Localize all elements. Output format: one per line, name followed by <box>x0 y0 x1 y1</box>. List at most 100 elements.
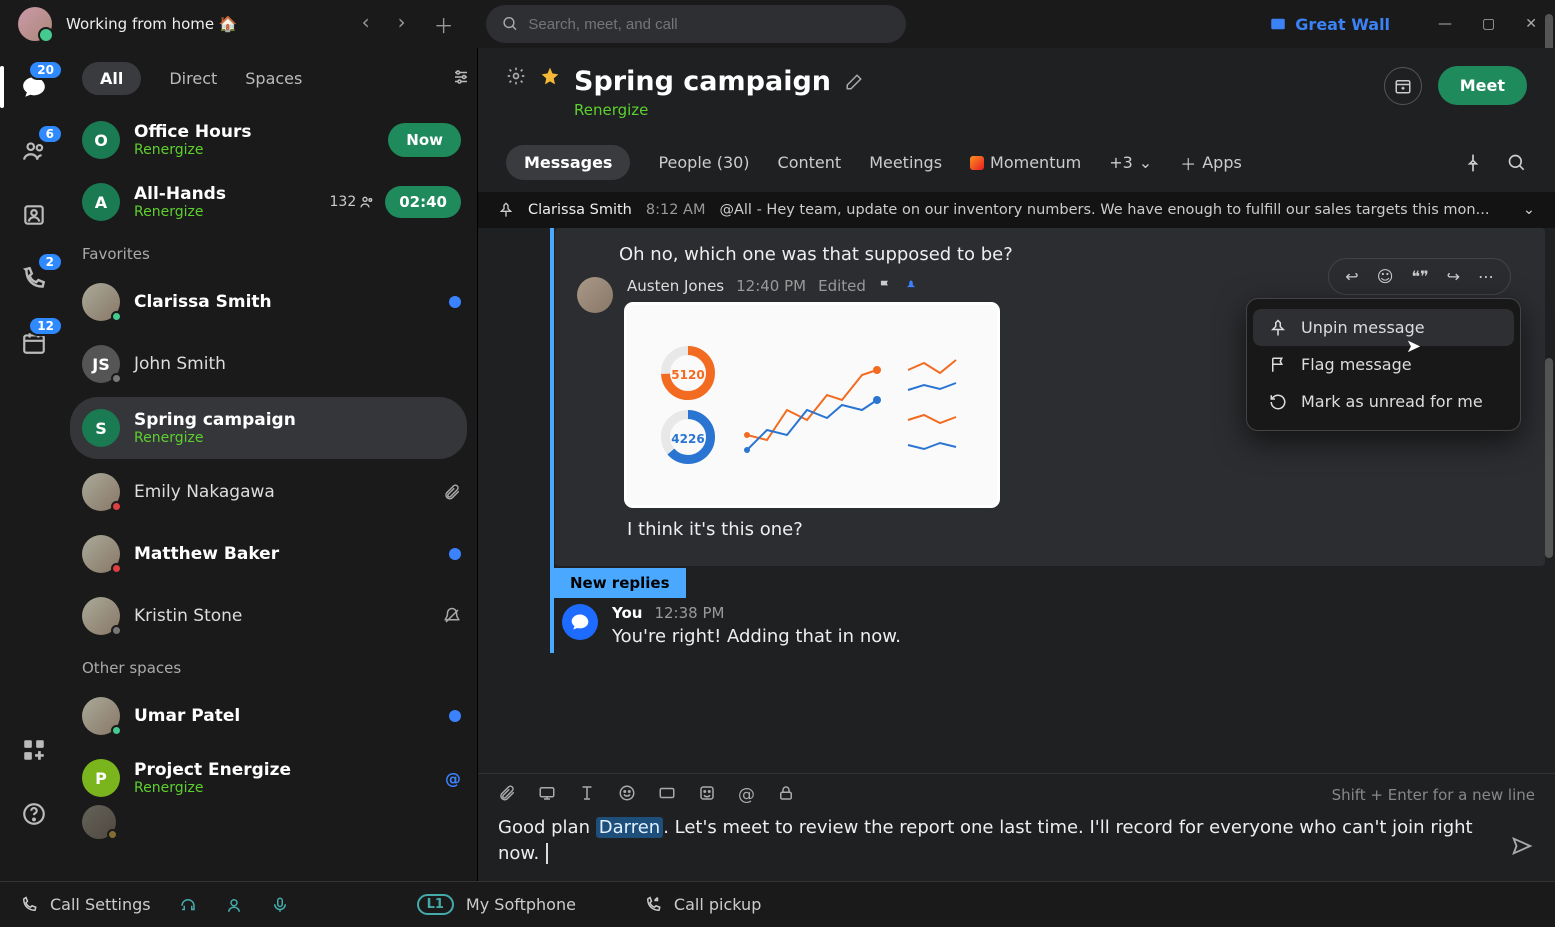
call-settings[interactable]: Call Settings <box>20 895 151 914</box>
softphone-selector[interactable]: L1 My Softphone <box>417 894 576 915</box>
minimize-icon[interactable]: — <box>1438 16 1452 32</box>
filter-spaces[interactable]: Spaces <box>245 69 302 88</box>
ctx-mark-unread[interactable]: Mark as unread for me <box>1253 383 1514 420</box>
mention-chip[interactable]: Darren <box>596 817 663 838</box>
line-badge: L1 <box>417 894 454 915</box>
conv-project-energize[interactable]: P Project Energize Renergize @ <box>68 747 475 809</box>
edit-icon[interactable] <box>845 73 863 91</box>
new-tab-icon[interactable]: ＋ <box>434 10 454 39</box>
headset-icon[interactable] <box>179 896 197 914</box>
ctx-flag[interactable]: Flag message <box>1253 346 1514 383</box>
avatar <box>82 535 120 573</box>
rail-calendar-icon[interactable]: 12 <box>17 326 51 360</box>
rail-contacts-icon[interactable] <box>17 198 51 232</box>
avatar <box>82 597 120 635</box>
unread-dot <box>449 710 461 722</box>
tab-messages[interactable]: Messages <box>506 145 630 180</box>
schedule-button[interactable] <box>1384 67 1422 105</box>
conv-more[interactable] <box>68 809 475 835</box>
pinned-icon[interactable] <box>904 279 918 293</box>
muted-icon <box>443 607 461 625</box>
conv-clarissa[interactable]: Clarissa Smith <box>68 271 475 333</box>
search-icon <box>502 15 519 33</box>
conv-umar[interactable]: Umar Patel <box>68 685 475 747</box>
more-icon[interactable]: ⋯ <box>1478 267 1494 286</box>
conv-matthew[interactable]: Matthew Baker <box>68 523 475 585</box>
conv-emily[interactable]: Emily Nakagawa <box>68 461 475 523</box>
meet-button[interactable]: Meet <box>1438 66 1527 105</box>
pin-icon[interactable] <box>1463 153 1483 173</box>
messages-area[interactable]: Oh no, which one was that supposed to be… <box>478 228 1555 773</box>
attach-icon[interactable] <box>498 784 516 807</box>
pinned-message-bar[interactable]: Clarissa Smith 8:12 AM @All - Hey team, … <box>478 192 1555 228</box>
search-icon[interactable] <box>1507 153 1527 173</box>
send-icon[interactable] <box>1511 835 1533 865</box>
forward-icon[interactable]: ↪ <box>1447 267 1460 286</box>
new-replies-marker[interactable]: New replies <box>554 568 686 598</box>
search-box[interactable] <box>486 5 906 43</box>
conv-all-hands[interactable]: A All-Hands Renergize 132 02:40 <box>68 171 475 233</box>
rail-apps-icon[interactable] <box>17 733 51 767</box>
rail-help-icon[interactable] <box>17 797 51 831</box>
react-icon[interactable]: ☺ <box>1377 267 1394 286</box>
composer-toolbar: @ Shift + Enter for a new line <box>498 784 1535 807</box>
refresh-icon <box>1269 393 1287 411</box>
lock-icon[interactable] <box>777 784 795 807</box>
close-icon[interactable]: ✕ <box>1525 16 1537 32</box>
avatar[interactable] <box>562 604 598 640</box>
footer-label: Call pickup <box>674 895 761 914</box>
profile-icon[interactable] <box>225 896 243 914</box>
mention-icon[interactable]: @ <box>738 785 755 805</box>
sticker-icon[interactable] <box>698 784 716 807</box>
conv-office-hours[interactable]: O Office Hours Renergize Now <box>68 109 475 171</box>
filter-menu-icon[interactable] <box>451 68 471 90</box>
gif-icon[interactable] <box>658 784 676 807</box>
time-pill[interactable]: 02:40 <box>385 186 461 218</box>
footer-bar: Call Settings L1 My Softphone Call picku… <box>0 881 1555 927</box>
filter-all[interactable]: All <box>82 62 141 95</box>
presence-status[interactable]: Working from home 🏠 <box>66 15 238 33</box>
mention-icon: @ <box>445 769 461 788</box>
format-icon[interactable] <box>578 784 596 807</box>
tab-more[interactable]: +3 ⌄ <box>1109 153 1152 172</box>
star-icon[interactable] <box>540 66 560 86</box>
quote-icon[interactable]: ❝❞ <box>1411 267 1428 286</box>
maximize-icon[interactable]: ▢ <box>1482 16 1495 32</box>
nav-back-icon[interactable]: ‹ <box>362 10 370 39</box>
msg-edited: Edited <box>818 277 866 295</box>
conv-spring-campaign[interactable]: S Spring campaign Renergize <box>70 397 467 459</box>
now-pill[interactable]: Now <box>388 123 461 157</box>
rail-messaging-icon[interactable]: 20 <box>17 70 51 104</box>
screen-capture-icon[interactable] <box>538 784 556 807</box>
rail-calling-icon[interactable]: 2 <box>17 262 51 296</box>
messages-scrollbar[interactable] <box>1543 238 1553 763</box>
rail-teams-icon[interactable]: 6 <box>17 134 51 168</box>
conversation-list[interactable]: O Office Hours Renergize Now A All-Hands… <box>68 109 477 881</box>
org-name[interactable]: Great Wall <box>1269 15 1390 34</box>
search-input[interactable] <box>528 16 889 33</box>
pin-icon <box>1269 319 1287 337</box>
message-attachment[interactable]: 5120 4226 <box>627 305 997 505</box>
reply-icon[interactable]: ↩ <box>1345 267 1358 286</box>
mic-icon[interactable] <box>271 896 289 914</box>
tab-people[interactable]: People (30) <box>658 153 749 172</box>
filter-direct[interactable]: Direct <box>169 69 217 88</box>
conv-john[interactable]: JS John Smith <box>68 333 475 395</box>
user-avatar[interactable] <box>18 7 52 41</box>
section-other: Other spaces <box>68 647 475 685</box>
gear-icon[interactable] <box>506 66 526 86</box>
composer-input[interactable]: Good plan Darren. Let's meet to review t… <box>498 815 1535 867</box>
ctx-unpin[interactable]: Unpin message <box>1253 309 1514 346</box>
tab-apps[interactable]: ＋Apps <box>1180 151 1242 175</box>
conv-kristin[interactable]: Kristin Stone <box>68 585 475 647</box>
chevron-down-icon[interactable]: ⌄ <box>1523 202 1535 218</box>
nav-forward-icon[interactable]: › <box>398 10 406 39</box>
avatar[interactable] <box>577 277 613 313</box>
tab-momentum[interactable]: Momentum <box>970 153 1081 172</box>
conv-title: All-Hands <box>134 184 316 204</box>
call-pickup[interactable]: Call pickup <box>644 895 761 914</box>
tab-content[interactable]: Content <box>778 153 842 172</box>
flag-icon[interactable] <box>878 279 892 293</box>
tab-meetings[interactable]: Meetings <box>869 153 942 172</box>
emoji-icon[interactable] <box>618 784 636 807</box>
